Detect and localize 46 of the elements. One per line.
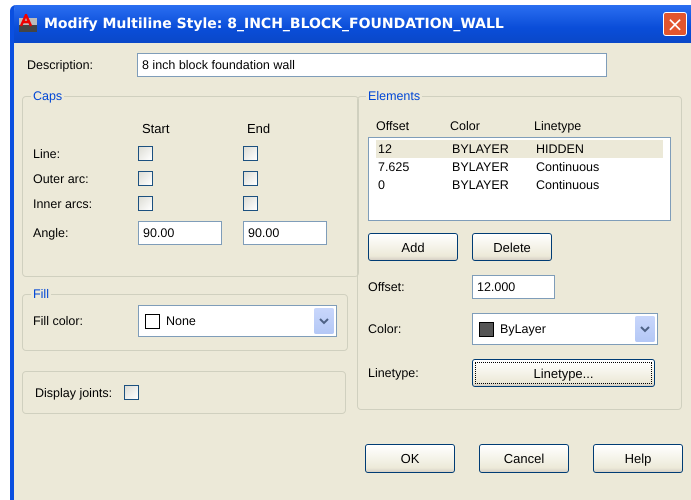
checkbox[interactable] [243,171,258,186]
checkbox[interactable] [138,196,153,211]
list-row[interactable]: 12 BYLAYER HIDDEN [376,140,663,158]
list-row[interactable]: 0 BYLAYER Continuous [376,176,663,194]
close-button[interactable]: × [663,12,687,36]
field-label: Linetype: [368,366,420,380]
chevron-down-icon [640,326,650,332]
color-dropdown[interactable]: ByLayer [472,313,658,345]
column-header: Linetype [534,119,582,133]
group-title: Fill [32,287,50,301]
list-action-button[interactable]: Delete [472,233,552,261]
offset-field[interactable]: 12.000 [472,275,555,299]
angle-field[interactable]: 90.00 [138,221,222,245]
list-row[interactable]: 7.625 BYLAYER Continuous [376,158,663,176]
window-title: Modify Multiline Style: 8_INCH_BLOCK_FOUNDATION_WALL [44,16,505,32]
fill-color-dropdown[interactable]: None [138,305,337,337]
dialog-button[interactable]: Cancel [479,444,569,473]
checkbox[interactable] [138,171,153,186]
group-title: Caps [32,89,64,103]
field-label: Color: [368,322,402,336]
chevron-down-icon [319,318,329,324]
checkbox-label: Outer arc: [33,172,90,186]
field-label: Description: [27,58,94,72]
field-label: Angle: [33,226,70,240]
checkbox-label: Inner arcs: [33,196,94,210]
description-field[interactable]: 8 inch block foundation wall [137,53,607,77]
column-header: Offset [376,119,410,133]
checkbox-label: Display joints: [35,386,112,400]
linetype-button[interactable]: Linetype... [472,359,655,387]
field-label: Fill color: [33,314,84,328]
column-header: Start [141,121,170,136]
dialog-button[interactable]: Help [593,444,683,473]
field-label: Offset: [368,280,406,294]
list-action-button[interactable]: Add [368,233,458,261]
checkbox[interactable] [124,385,140,400]
dialog-button[interactable]: OK [365,444,455,473]
checkbox[interactable] [243,146,258,161]
angle-field[interactable]: 90.00 [243,221,327,245]
checkbox[interactable] [243,196,258,211]
app-icon [18,14,38,34]
group-title: Elements [367,89,422,103]
column-header: End [246,121,272,136]
elements-list[interactable]: 12 BYLAYER HIDDEN 7.625 BYLAYER Continuous 0 BYLAYER Continuous [368,137,671,221]
checkbox[interactable] [138,146,153,161]
column-header: Color [450,119,481,133]
checkbox-label: Line: [33,146,62,160]
